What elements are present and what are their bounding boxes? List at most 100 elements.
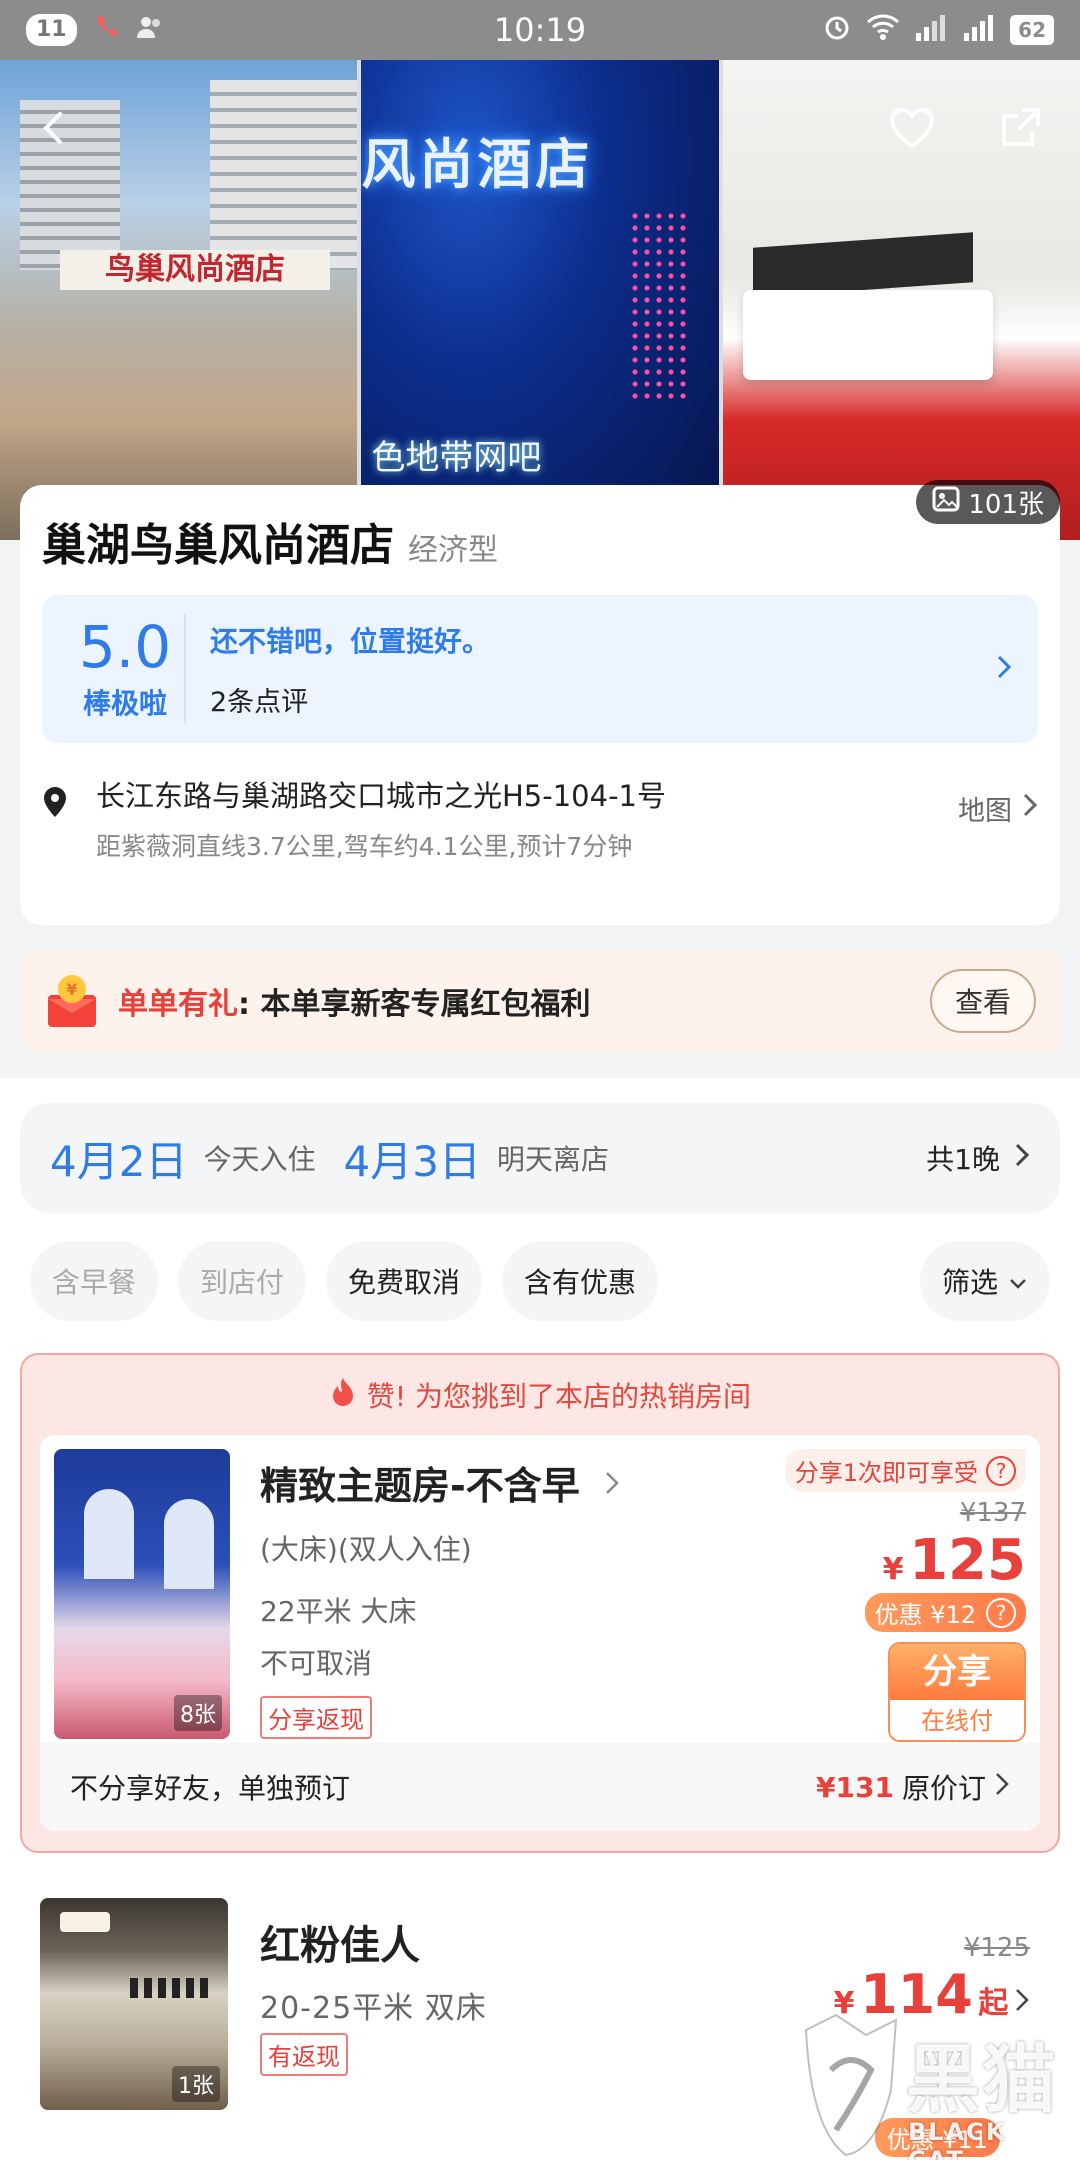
hotel-name: 巢湖鸟巢风尚酒店 [42,520,394,571]
room-photo[interactable]: 1张 [40,1898,228,2110]
room-section: 4月2日 今天入住 4月3日 明天离店 共1晚 含早餐 到店付 免费取消 含有优… [0,1078,1080,2160]
map-label: 地图 [958,796,1012,827]
hot-room-banner: 赞! 为您挑到了本店的热销房间 [22,1355,1058,1435]
discount-badge: 优惠 ¥12 ? [864,1593,1026,1632]
back-button[interactable] [24,100,84,160]
current-price: ¥ 114 起 [834,1963,1030,2026]
room-cancel-policy: 不可取消 [260,1647,373,1680]
help-icon[interactable]: ? [986,1455,1016,1486]
tv-shape [752,232,973,298]
filter-label: 筛选 [941,1266,998,1299]
share-button-label: 分享 [890,1644,1024,1700]
chevron-right-icon [604,1461,620,1505]
checkout-label: 明天离店 [496,1143,609,1176]
hotel-photo-night-sign[interactable]: 风尚酒店 色地带网吧 [361,60,719,540]
checkout-date: 4月3日 [343,1136,481,1186]
promo-highlight: 单单有礼 [118,987,238,1022]
missed-call-icon [91,12,121,48]
rating-label: 棒极啦 [82,687,167,720]
filter-free-cancel[interactable]: 免费取消 [326,1241,483,1321]
neon-sign-bottom: 色地带网吧 [371,438,542,478]
lamp-shape [60,1912,110,1932]
room-name: 红粉佳人 [260,1923,420,1969]
solo-booking-text: 不分享好友，单独预订 [70,1772,351,1805]
chevron-right-icon [1022,792,1038,825]
room-photo-count: 8张 [174,1695,222,1731]
original-price: ¥125 [963,1933,1030,1963]
address-row[interactable]: 长江东路与巢湖路交口城市之光H5-104-1号 距紫薇洞直线3.7公里,驾车约4… [42,773,1038,863]
status-bar: 11 10:19 62 [0,0,1080,60]
chevron-right-icon [994,1771,1010,1804]
neon-sign: 风尚酒店 [361,133,594,196]
help-icon[interactable]: ? [986,1597,1016,1628]
fire-icon [329,1376,357,1415]
signal-icon [914,13,948,47]
alarm-icon [822,12,852,48]
chevron-down-icon [1008,1265,1028,1298]
chevron-left-icon [34,108,74,152]
location-pin-icon [42,785,82,823]
room-size-bed: 22平米 大床 [260,1595,417,1628]
red-envelope-icon: ¥ [44,973,100,1029]
solo-price: ¥131 [816,1770,894,1804]
filter-more-button[interactable]: 筛选 [919,1241,1050,1321]
hotel-address: 长江东路与巢湖路交口城市之光H5-104-1号 [96,779,666,813]
discount-text: 优惠 ¥12 [874,1601,976,1629]
notification-count: 11 [26,14,77,46]
room-name[interactable]: 精致主题房-不含早 [260,1455,620,1510]
building-shape [210,80,358,270]
price-value: 114 [860,1963,973,2026]
chevron-right-icon [994,652,1014,686]
share-button[interactable] [990,100,1050,160]
signal-2-icon [962,13,996,47]
room-size-bed: 20-25平米 双床 [260,1991,487,2026]
checkin-label: 今天入住 [203,1143,316,1176]
currency-symbol: ¥ [882,1552,904,1587]
favorite-button[interactable] [882,100,942,160]
share-tip: 分享1次即可享受 ? [784,1449,1026,1492]
cashback-tag: 分享返现 [260,1696,372,1739]
window-arch [84,1489,134,1579]
pay-online-label: 在线付 [890,1700,1024,1740]
promo-banner[interactable]: ¥ 单单有礼: 本单享新客专属红包福利 查看 [20,950,1060,1052]
share-book-button[interactable]: 分享 在线付 [888,1642,1026,1742]
checkin-date: 4月2日 [50,1136,188,1186]
map-link[interactable]: 地图 [958,789,1038,828]
original-price: ¥137 [959,1498,1026,1528]
discount-badge: 优惠 ¥11 [874,2118,1000,2157]
hotel-sign: 鸟巢风尚酒店 [60,250,330,290]
current-price: ¥ 125 [766,1528,1026,1593]
wifi-icon [866,12,900,48]
window-arch [164,1499,214,1589]
photo-count-badge[interactable]: 101张 [916,480,1060,524]
date-selector[interactable]: 4月2日 今天入住 4月3日 明天离店 共1晚 [20,1103,1060,1213]
hotel-info-card: 巢湖鸟巢风尚酒店 经济型 5.0 棒极啦 还不错吧，位置挺好。 2条点评 长江东… [20,485,1060,925]
promo-text: 单单有礼: 本单享新客专属红包福利 [118,979,590,1023]
solo-price-suffix: 原价订 [901,1772,986,1805]
hot-room-banner-text: 赞! 为您挑到了本店的热销房间 [366,1380,752,1413]
wall-art-shape [130,1978,210,1998]
filter-pay-at-hotel[interactable]: 到店付 [178,1241,307,1321]
hotel-photo-gallery[interactable]: 鸟巢风尚酒店 风尚酒店 色地带网吧 101张 [0,60,1080,540]
chevron-right-icon [1014,1989,1030,2017]
nights-label: 共1晚 [926,1143,1000,1176]
room-card[interactable]: 1张 红粉佳人 20-25平米 双床 有返现 ¥125 ¥ 114 起 优惠 ¥… [20,1873,1060,2160]
filter-discount[interactable]: 含有优惠 [502,1241,659,1321]
battery-icon: 62 [1010,15,1054,45]
heart-icon [888,106,936,154]
svg-text:¥: ¥ [66,980,77,999]
hot-room-card[interactable]: 8张 精致主题房-不含早 (大床)(双人入住) 22平米 大床 不可取消 分享返… [40,1435,1040,1831]
rating-score: 5.0 [78,613,172,681]
review-highlight: 还不错吧，位置挺好。 [210,624,491,658]
hotel-distance: 距紫薇洞直线3.7公里,驾车约4.1公里,预计7分钟 [96,832,633,861]
room-photo[interactable]: 8张 [54,1449,230,1739]
rating-summary[interactable]: 5.0 棒极啦 还不错吧，位置挺好。 2条点评 [42,595,1038,743]
filter-chips: 含早餐 到店付 免费取消 含有优惠 筛选 [30,1241,1050,1321]
nights-count: 共1晚 [926,1138,1030,1178]
review-count: 2条点评 [210,686,309,718]
led-lights [628,210,689,400]
promo-view-button[interactable]: 查看 [930,969,1036,1033]
solo-booking-row[interactable]: 不分享好友，单独预订 ¥131 原价订 [40,1743,1040,1831]
hotel-type: 经济型 [408,533,498,568]
filter-breakfast[interactable]: 含早餐 [30,1241,159,1321]
